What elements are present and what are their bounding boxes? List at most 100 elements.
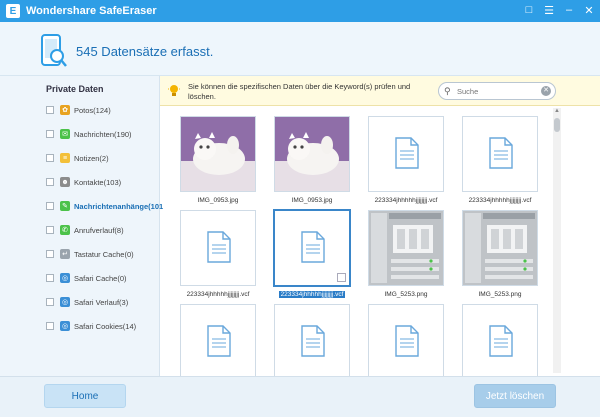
photos-icon: ✿ bbox=[60, 105, 70, 115]
file-tile[interactable] bbox=[274, 116, 350, 192]
keyboard-icon: ↵ bbox=[60, 249, 70, 259]
file-name-label: 223334jhhhhhjjjjjjjj.vcf bbox=[374, 197, 438, 204]
search-input[interactable] bbox=[457, 85, 535, 97]
app-logo-icon: E bbox=[6, 4, 20, 18]
sidebar-title: Private Daten bbox=[46, 84, 104, 94]
file-tile[interactable] bbox=[274, 210, 350, 286]
file-name[interactable]: 223334jhhhhhjjjjjjjj.vcf bbox=[172, 291, 264, 301]
file-tile[interactable] bbox=[462, 116, 538, 192]
file-name-label: IMG_0953.jpg bbox=[291, 197, 333, 204]
sidebar-item[interactable]: ✿ Potos(124) bbox=[46, 103, 111, 117]
file-name[interactable]: 223334jhhhhhjjjjjjjj.vcf bbox=[360, 197, 452, 207]
app-title: Wondershare SafeEraser bbox=[26, 5, 157, 17]
file-grid: IMG_0953.jpg IMG_0953.jpg 223334jhhhhhjjjj… bbox=[160, 106, 552, 376]
category-checkbox[interactable] bbox=[46, 274, 54, 282]
sidebar-item[interactable]: ≡ Notizen(2) bbox=[46, 151, 109, 165]
sidebar-item[interactable]: ✎ Nachrichtenanhänge(101 bbox=[46, 199, 163, 213]
sidebar-item-label: Tastatur Cache(0) bbox=[74, 249, 134, 259]
sidebar-item-label: Safari Cookies(14) bbox=[74, 321, 137, 331]
sidebar-item[interactable]: ✉ Nachrichten(190) bbox=[46, 127, 132, 141]
file-tile[interactable] bbox=[274, 304, 350, 376]
window-controls: □ ☰ – ✕ bbox=[522, 3, 596, 17]
category-checkbox[interactable] bbox=[46, 298, 54, 306]
file-tile[interactable] bbox=[462, 210, 538, 286]
sidebar-item[interactable]: ↵ Tastatur Cache(0) bbox=[46, 247, 134, 261]
sidebar-item[interactable]: ☻ Kontakte(103) bbox=[46, 175, 121, 189]
file-tile[interactable] bbox=[180, 210, 256, 286]
category-checkbox[interactable] bbox=[46, 106, 54, 114]
sidebar-item[interactable]: ◎ Safari Cookies(14) bbox=[46, 319, 136, 333]
file-name-label: IMG_5253.png bbox=[478, 291, 522, 298]
file-name[interactable]: IMG_5253.png bbox=[360, 291, 452, 301]
category-checkbox[interactable] bbox=[46, 250, 54, 258]
sidebar-item-label: Anrufverlauf(8) bbox=[74, 225, 124, 235]
sidebar-item-label: Safari Verlauf(3) bbox=[74, 297, 129, 307]
file-tile[interactable] bbox=[368, 210, 444, 286]
screenshot-thumbnail bbox=[463, 211, 537, 290]
file-tile[interactable] bbox=[462, 304, 538, 376]
info-text: Sie können die spezifischen Daten über d… bbox=[188, 82, 411, 101]
sidebar-item-label: Safari Cache(0) bbox=[74, 273, 127, 283]
photo-thumbnail bbox=[275, 117, 349, 196]
close-icon[interactable]: ✕ bbox=[582, 3, 596, 17]
home-button[interactable]: Home bbox=[44, 384, 126, 408]
scan-summary-header: 545 Datensätze erfasst. bbox=[0, 22, 600, 76]
sidebar-item-label: Potos(124) bbox=[74, 105, 111, 115]
sidebar-item[interactable]: ◎ Safari Cache(0) bbox=[46, 271, 127, 285]
file-name[interactable]: 223334jhhhhhjjjjjjjj.vcf bbox=[454, 197, 546, 207]
file-name[interactable]: IMG_0953.jpg bbox=[266, 197, 358, 207]
info-bar: Sie können die spezifischen Daten über d… bbox=[160, 76, 600, 106]
category-checkbox[interactable] bbox=[46, 202, 54, 210]
search-box[interactable]: ⚲ ✕ bbox=[438, 82, 556, 100]
grid-scrollbar[interactable] bbox=[553, 108, 561, 373]
file-tile[interactable] bbox=[368, 116, 444, 192]
records-found-title: 545 Datensätze erfasst. bbox=[76, 44, 214, 59]
file-tile[interactable] bbox=[180, 304, 256, 376]
search-icon: ⚲ bbox=[444, 86, 451, 96]
file-name[interactable]: IMG_0953.jpg bbox=[172, 197, 264, 207]
category-checkbox[interactable] bbox=[46, 322, 54, 330]
category-sidebar: Private Daten ✿ Potos(124) ✉ Nachrichten(19… bbox=[0, 76, 163, 376]
category-checkbox[interactable] bbox=[46, 130, 54, 138]
notes-icon: ≡ bbox=[60, 153, 70, 163]
chat-icon[interactable]: □ bbox=[522, 3, 536, 17]
safari-icon: ◎ bbox=[60, 297, 70, 307]
file-checkbox[interactable] bbox=[337, 273, 346, 282]
scroll-up-icon[interactable]: ▲ bbox=[553, 108, 561, 116]
lightbulb-icon bbox=[168, 85, 180, 96]
file-name[interactable]: IMG_5253.png bbox=[454, 291, 546, 301]
attachments-icon: ✎ bbox=[60, 201, 70, 211]
call-log-icon: ✆ bbox=[60, 225, 70, 235]
phone-scan-icon bbox=[41, 34, 67, 67]
sidebar-item-label: Notizen(2) bbox=[74, 153, 109, 163]
safari-icon: ◎ bbox=[60, 321, 70, 331]
sidebar-item-label: Nachrichten(190) bbox=[74, 129, 132, 139]
file-name-label: 223334jhhhhhjjjjjjjj.vcf bbox=[186, 291, 250, 298]
file-tile[interactable] bbox=[368, 304, 444, 376]
footer-bar: Home Jetzt löschen bbox=[0, 376, 600, 417]
file-name-label: IMG_0953.jpg bbox=[197, 197, 239, 204]
file-name-label: 223334jhhhhhjjjjjjjj.vcf bbox=[278, 291, 346, 298]
file-name[interactable]: 223334jhhhhhjjjjjjjj.vcf bbox=[266, 291, 358, 301]
category-checkbox[interactable] bbox=[46, 226, 54, 234]
clear-search-icon[interactable]: ✕ bbox=[541, 86, 551, 96]
contacts-icon: ☻ bbox=[60, 177, 70, 187]
sidebar-item-label: Kontakte(103) bbox=[74, 177, 122, 187]
sidebar-item[interactable]: ✆ Anrufverlauf(8) bbox=[46, 223, 124, 237]
sidebar-item[interactable]: ◎ Safari Verlauf(3) bbox=[46, 295, 128, 309]
file-name-label: 223334jhhhhhjjjjjjjj.vcf bbox=[468, 197, 532, 204]
scrollbar-thumb[interactable] bbox=[554, 118, 560, 132]
menu-icon[interactable]: ☰ bbox=[542, 3, 556, 17]
sidebar-item-label: Nachrichtenanhänge(101 bbox=[74, 201, 164, 211]
category-checkbox[interactable] bbox=[46, 178, 54, 186]
messages-icon: ✉ bbox=[60, 129, 70, 139]
file-tile[interactable] bbox=[180, 116, 256, 192]
title-bar: E Wondershare SafeEraser □ ☰ – ✕ bbox=[0, 0, 600, 22]
screenshot-thumbnail bbox=[369, 211, 443, 290]
photo-thumbnail bbox=[181, 117, 255, 196]
category-checkbox[interactable] bbox=[46, 154, 54, 162]
delete-now-button[interactable]: Jetzt löschen bbox=[474, 384, 556, 408]
safari-icon: ◎ bbox=[60, 273, 70, 283]
file-name-label: IMG_5253.png bbox=[384, 291, 428, 298]
minimize-icon[interactable]: – bbox=[562, 3, 576, 17]
